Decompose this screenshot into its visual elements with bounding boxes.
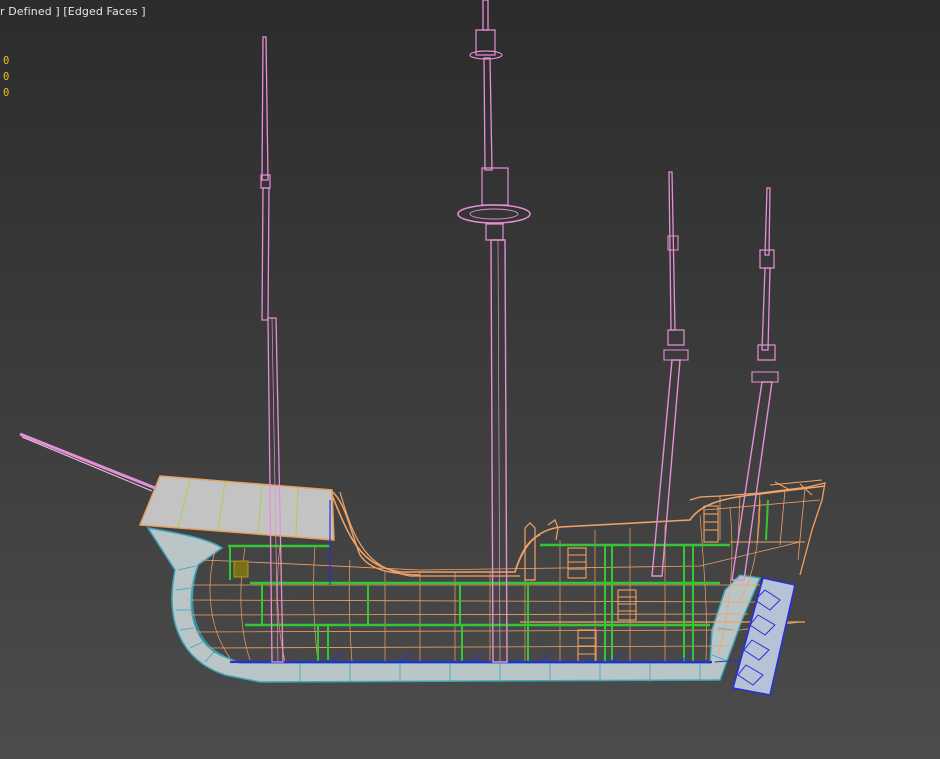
hull-shell[interactable]: [146, 526, 762, 683]
mizzenmast[interactable]: [651, 171, 689, 577]
bowsprit[interactable]: [19, 432, 156, 492]
stat-value-1: 0: [3, 55, 10, 67]
viewport-label[interactable]: r Defined ] [Edged Faces ]: [0, 5, 146, 18]
masts[interactable]: [19, 0, 779, 663]
stat-value-2: 0: [3, 71, 10, 83]
mainmast[interactable]: [457, 0, 531, 663]
viewport-statistics: 0 0 0: [3, 53, 9, 101]
stat-value-3: 0: [3, 87, 10, 99]
ship-wireframe-model[interactable]: [0, 0, 940, 759]
forecastle-roof[interactable]: [138, 475, 335, 541]
foremast[interactable]: [260, 36, 284, 663]
perspective-viewport[interactable]: r Defined ] [Edged Faces ] 0 0 0: [0, 0, 940, 759]
cabin-block[interactable]: [233, 560, 249, 578]
